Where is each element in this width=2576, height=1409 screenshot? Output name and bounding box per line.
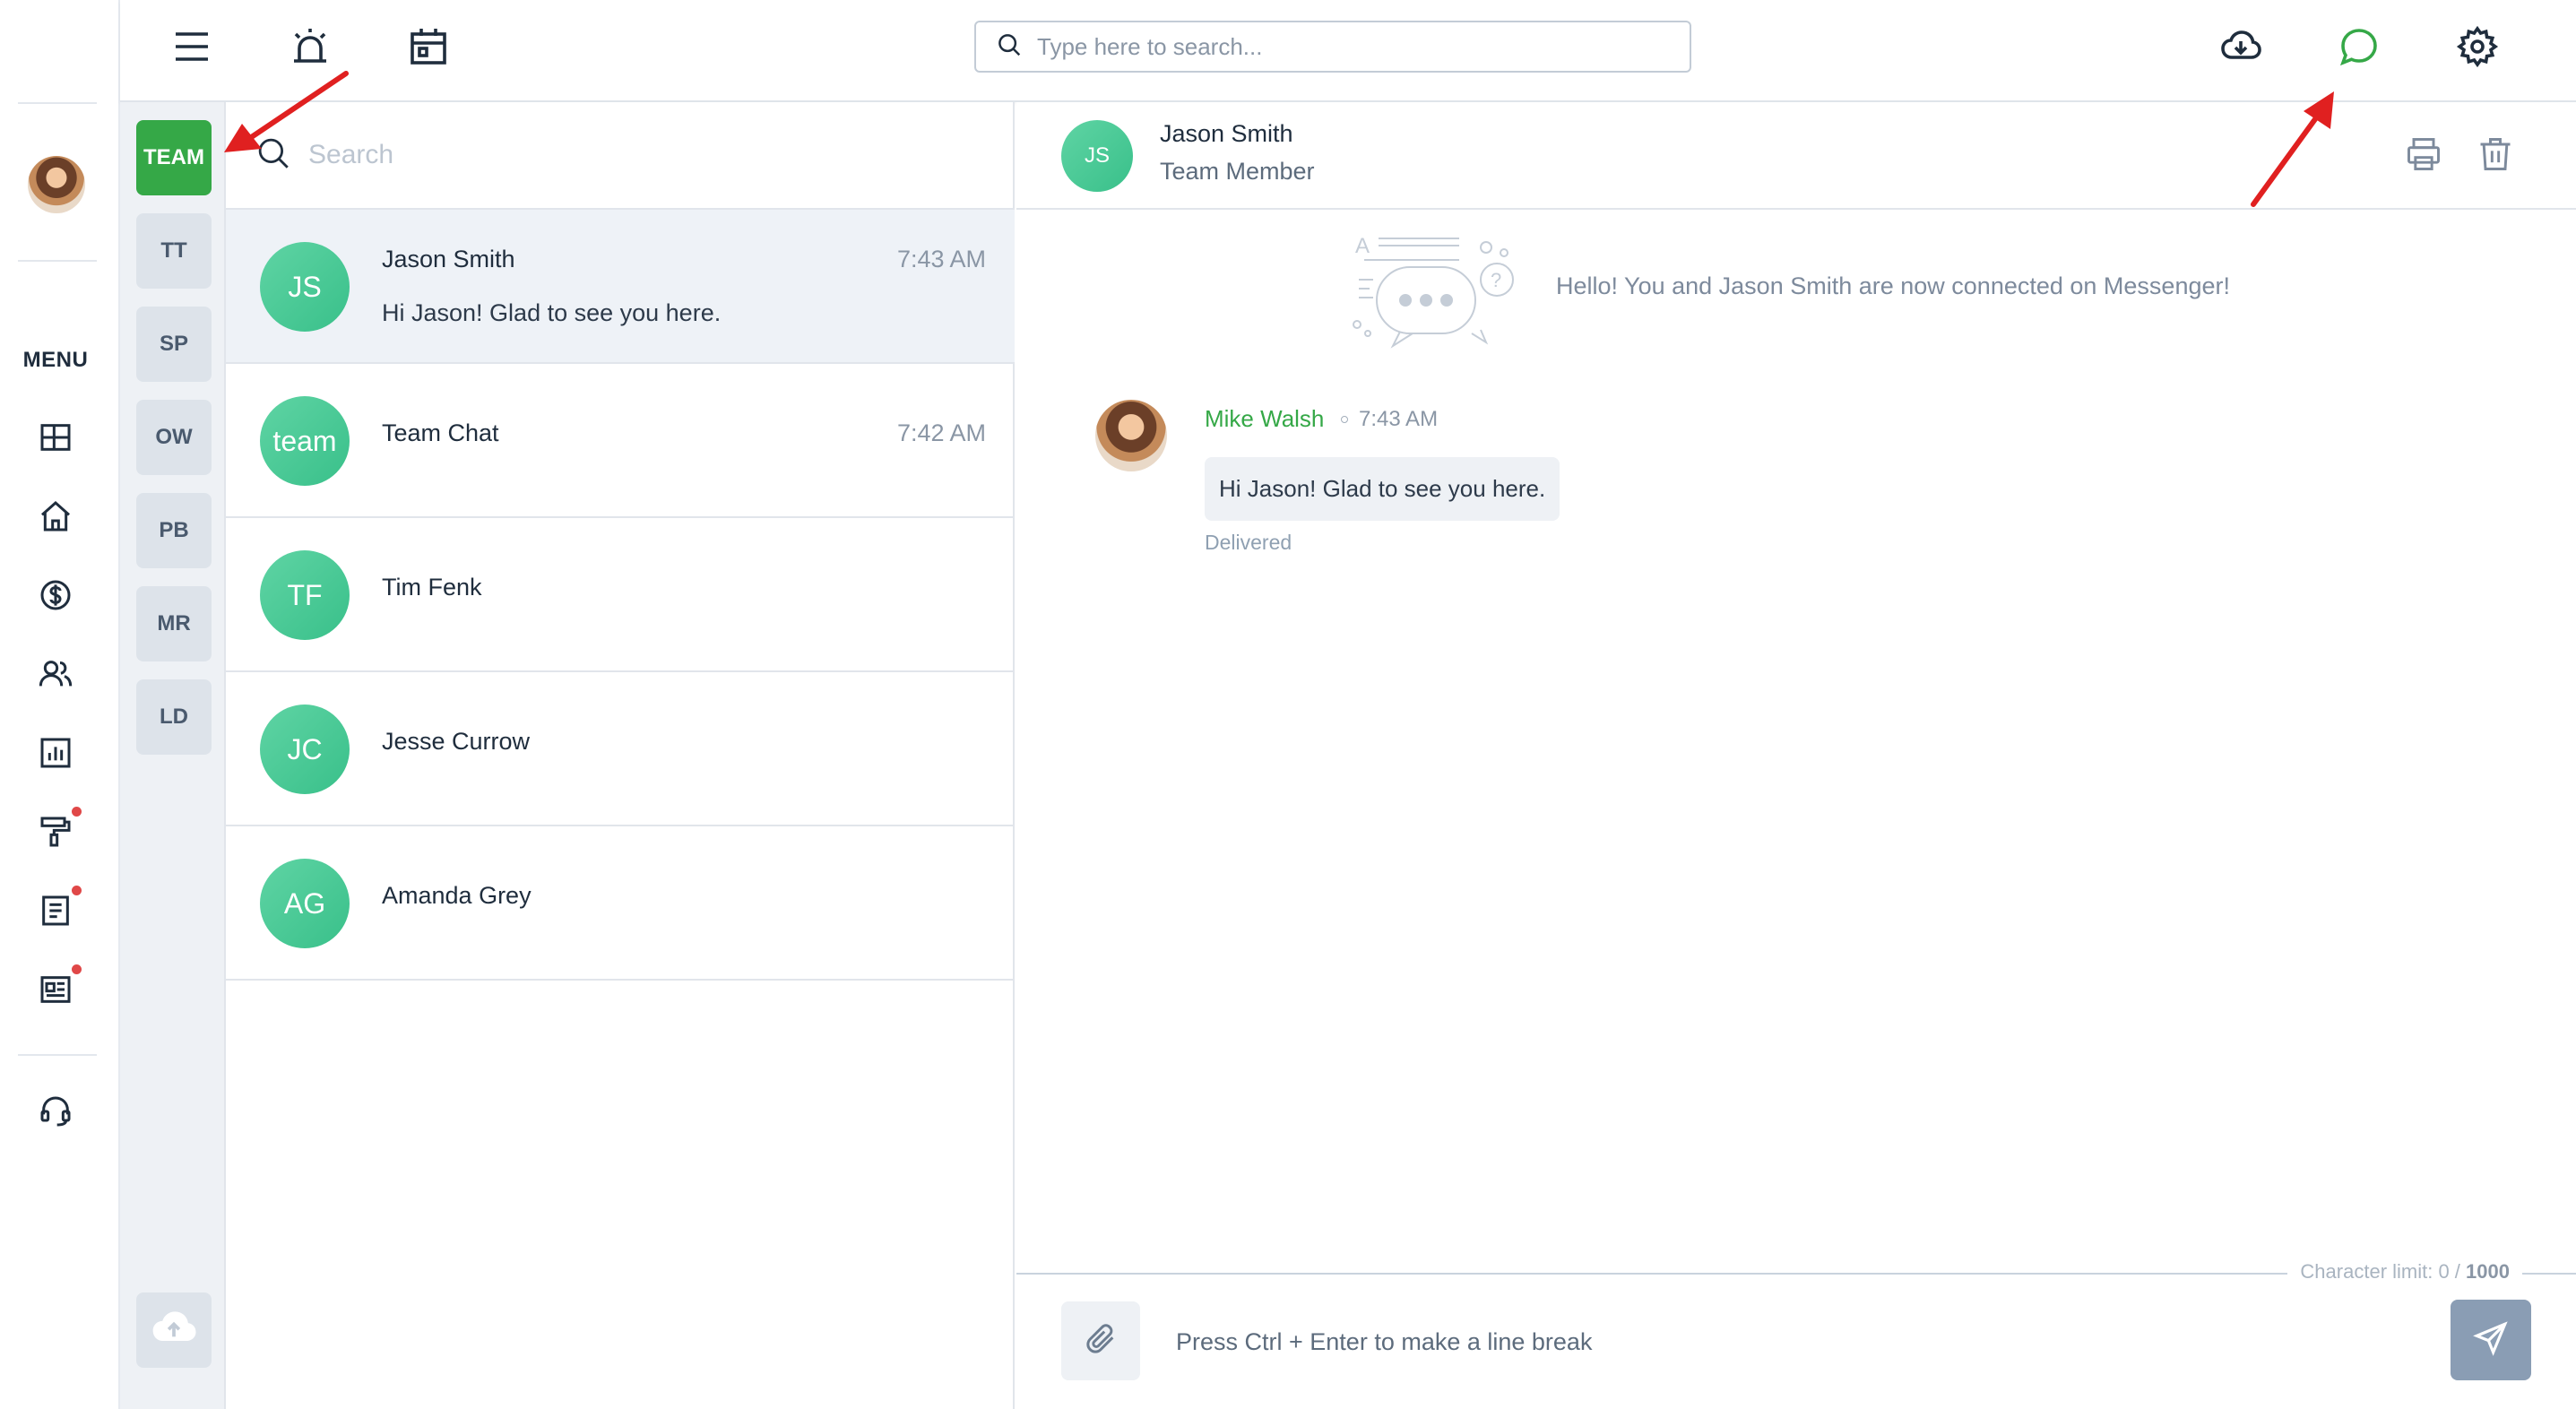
- contact-role: Team Member: [1160, 158, 1315, 185]
- message-status: Delivered: [1205, 531, 1292, 554]
- send-button[interactable]: [2451, 1300, 2531, 1380]
- nav-divider: [18, 1054, 97, 1056]
- message-time: 7:43 AM: [1359, 407, 1439, 431]
- chat-search[interactable]: [226, 102, 1015, 210]
- contact-avatar: JS: [1061, 120, 1133, 192]
- top-bar: [120, 0, 2576, 102]
- message-input[interactable]: [1176, 1319, 2341, 1364]
- search-icon: [255, 134, 292, 177]
- chat-item-team-chat[interactable]: team Team Chat 7:42 AM: [226, 364, 1015, 518]
- group-sp[interactable]: SP: [136, 307, 212, 382]
- chat-name: Amanda Grey: [382, 882, 532, 909]
- global-search-input[interactable]: [1037, 32, 1647, 61]
- chat-time: 7:43 AM: [896, 246, 986, 272]
- notification-dot: [72, 807, 82, 817]
- message-bubble: Hi Jason! Glad to see you here.: [1205, 457, 1560, 521]
- dollar-icon[interactable]: [36, 575, 75, 615]
- group-tt[interactable]: TT: [136, 213, 212, 289]
- attach-button[interactable]: [1061, 1301, 1140, 1380]
- paint-roller-icon[interactable]: [36, 812, 75, 851]
- chat-time: 7:42 AM: [896, 419, 986, 446]
- search-icon: [996, 31, 1023, 63]
- chat-avatar: team: [260, 396, 350, 486]
- separator-dot: [1341, 416, 1348, 423]
- chat-item-tim-fenk[interactable]: TF Tim Fenk: [226, 518, 1015, 672]
- chat-list: JS Jason Smith 7:43 AM Hi Jason! Glad to…: [226, 102, 1015, 1409]
- character-limit-max: 1000: [2466, 1260, 2510, 1283]
- chat-name: Tim Fenk: [382, 574, 482, 601]
- character-limit: Character limit: 0 / 1000: [2287, 1260, 2522, 1284]
- group-pb[interactable]: PB: [136, 493, 212, 568]
- group-mr[interactable]: MR: [136, 586, 212, 661]
- print-icon[interactable]: [2404, 134, 2443, 174]
- nav-divider: [18, 260, 97, 262]
- chat-bubbles-illustration: A ?: [1346, 226, 1526, 351]
- chat-item-jason-smith[interactable]: JS Jason Smith 7:43 AM Hi Jason! Glad to…: [226, 210, 1015, 364]
- chat-avatar: JS: [260, 242, 350, 332]
- trash-icon[interactable]: [2476, 134, 2515, 174]
- send-icon: [2472, 1319, 2510, 1361]
- menu-icon[interactable]: [167, 22, 217, 72]
- headset-icon[interactable]: [36, 1092, 75, 1131]
- contact-name: Jason Smith: [1160, 120, 1293, 147]
- character-limit-label: Character limit: 0 /: [2300, 1260, 2460, 1283]
- group-column: TEAM TT SP OW PB MR LD: [120, 102, 226, 1409]
- conversation-panel: JS Jason Smith Team Member A ? Hello! Yo…: [1016, 102, 2576, 1409]
- document-icon[interactable]: [36, 891, 75, 930]
- connected-notice: Hello! You and Jason Smith are now conne…: [1556, 272, 2230, 299]
- sender-avatar: [1095, 400, 1167, 471]
- cloud-upload-icon: [149, 1303, 199, 1358]
- users-icon[interactable]: [36, 654, 75, 694]
- calendar-icon[interactable]: [403, 22, 454, 72]
- chat-item-jesse-currow[interactable]: JC Jesse Currow: [226, 672, 1015, 826]
- alarm-icon[interactable]: [285, 22, 335, 72]
- chat-avatar: AG: [260, 859, 350, 948]
- chat-icon[interactable]: [2334, 22, 2384, 72]
- chat-avatar: JC: [260, 704, 350, 794]
- chat-name: Jesse Currow: [382, 728, 531, 755]
- group-ow[interactable]: OW: [136, 400, 212, 475]
- conversation-header: JS Jason Smith Team Member: [1016, 102, 2576, 210]
- svg-text:?: ?: [1491, 269, 1501, 291]
- chat-preview: Hi Jason! Glad to see you here.: [382, 299, 722, 326]
- chat-name: Team Chat: [382, 419, 499, 446]
- chat-search-input[interactable]: [308, 140, 936, 170]
- global-search[interactable]: [974, 21, 1691, 73]
- menu-label: MENU: [22, 348, 89, 372]
- gear-icon[interactable]: [2452, 22, 2503, 72]
- group-team[interactable]: TEAM: [136, 120, 212, 195]
- reports-icon[interactable]: [36, 733, 75, 773]
- dashboard-icon[interactable]: [36, 418, 75, 457]
- user-avatar[interactable]: [28, 156, 85, 213]
- svg-text:A: A: [1355, 234, 1370, 258]
- message-sender: Mike Walsh: [1205, 405, 1325, 432]
- upload-button[interactable]: [136, 1292, 212, 1368]
- paperclip-icon: [1083, 1321, 1119, 1361]
- chat-item-amanda-grey[interactable]: AG Amanda Grey: [226, 826, 1015, 981]
- cloud-download-icon[interactable]: [2216, 22, 2266, 72]
- chat-avatar: TF: [260, 550, 350, 640]
- nav-divider: [18, 102, 97, 104]
- left-navigation: MENU: [0, 0, 120, 1409]
- notification-dot: [72, 886, 82, 895]
- notification-dot: [72, 964, 82, 974]
- group-ld[interactable]: LD: [136, 679, 212, 755]
- news-icon[interactable]: [36, 970, 75, 1009]
- chat-name: Jason Smith: [382, 246, 515, 272]
- home-icon[interactable]: [36, 497, 75, 536]
